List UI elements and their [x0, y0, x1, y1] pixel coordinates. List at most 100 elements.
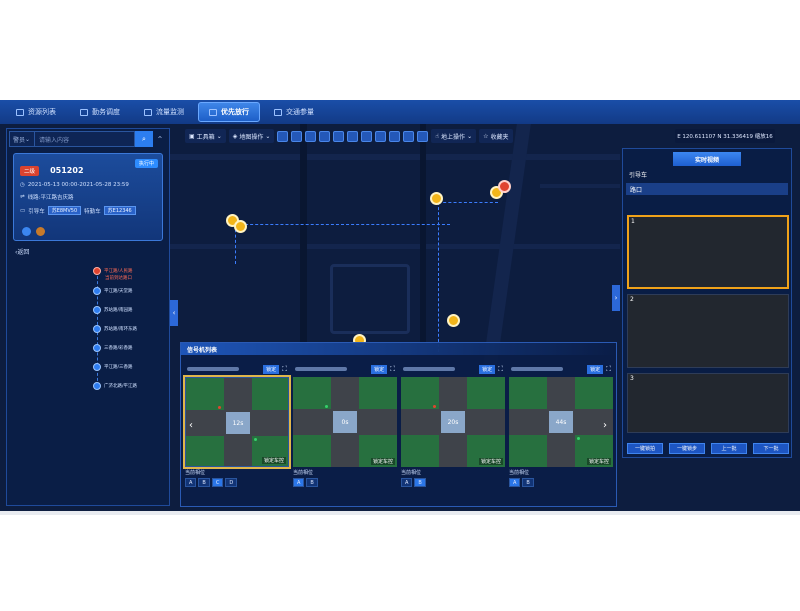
- search-button[interactable]: ⌕: [135, 131, 153, 147]
- timeline-item[interactable]: 平江路/天堂路: [93, 287, 133, 295]
- timeline-item[interactable]: 平江路/人民路: [93, 267, 133, 275]
- phase-b[interactable]: B: [306, 478, 318, 487]
- police-icon[interactable]: [347, 130, 359, 142]
- favorites-button[interactable]: ☆ 收藏夹: [479, 129, 513, 143]
- tools-button[interactable]: ▣ 工具箱 ⌄: [185, 129, 226, 143]
- phone-icon[interactable]: [403, 130, 415, 142]
- phase-c[interactable]: C: [211, 478, 224, 487]
- search-input[interactable]: 请输入内容: [35, 131, 135, 147]
- collapse-icon[interactable]: ⌃: [153, 131, 167, 147]
- map-road: [420, 124, 426, 344]
- mode-label: 锁定车控: [370, 458, 395, 465]
- lock-step-button[interactable]: 一键锁步: [669, 443, 705, 454]
- intersection-name: [511, 367, 563, 371]
- right-panel: 实时视频 引导车 路口 1 2 3 一键锁拍 一键锁步 上一批 下一批: [622, 148, 792, 458]
- signal-light: [325, 405, 328, 408]
- search-icon: ⌕: [142, 134, 146, 143]
- building-icon[interactable]: [291, 130, 303, 142]
- next-arrow-icon[interactable]: ›: [603, 420, 607, 431]
- lock-button[interactable]: 锁定: [479, 364, 496, 374]
- tab-traffic-monitor[interactable]: 流量监测: [134, 102, 194, 122]
- tab-traffic-params[interactable]: 交通参量: [264, 102, 324, 122]
- map-operations-button[interactable]: ◈ 地图操作 ⌄: [228, 129, 275, 143]
- route-line: [235, 224, 450, 226]
- hand-icon: ☝: [435, 132, 440, 140]
- lock-button[interactable]: 锁定: [587, 364, 604, 374]
- intersection-view[interactable]: 0s 锁定车控: [293, 377, 397, 467]
- back-link[interactable]: ‹返回: [15, 247, 161, 256]
- signal-marker[interactable]: [430, 192, 443, 205]
- intersection-name: [403, 367, 455, 371]
- phase-b[interactable]: B: [414, 478, 426, 487]
- lock-button[interactable]: 锁定: [371, 364, 388, 374]
- car-button[interactable]: [36, 227, 45, 236]
- phase-a[interactable]: A: [509, 478, 521, 487]
- intersection-view[interactable]: 20s 锁定车控: [401, 377, 505, 467]
- phase-b[interactable]: B: [522, 478, 534, 487]
- signal-marker[interactable]: [447, 314, 460, 327]
- timeline-item[interactable]: 苏站路/南园路: [93, 306, 133, 314]
- phase-a[interactable]: A: [293, 478, 305, 487]
- timeline-dot: [93, 287, 101, 295]
- signal-marker[interactable]: [234, 220, 247, 233]
- upper-operations-button[interactable]: ☝ 地上操作 ⌄: [431, 129, 477, 143]
- expand-icon[interactable]: ⛶: [498, 365, 503, 374]
- tab-dispatch[interactable]: 勤务调度: [70, 102, 130, 122]
- doc-icon[interactable]: [375, 130, 387, 142]
- vehicle-marker[interactable]: [498, 180, 511, 193]
- task-card[interactable]: 二级 051202 执行中 ◷ 2021-05-13 00:00-2021-05-…: [13, 153, 163, 241]
- lock-shoot-button[interactable]: 一键锁拍: [627, 443, 663, 454]
- timeline-item[interactable]: 三香路/彩香路: [93, 344, 133, 352]
- signal-card[interactable]: 锁定 ⛶ 44s 锁定车控 当前相位 A B: [509, 363, 613, 501]
- chevron-down-icon: ⌄: [467, 132, 473, 140]
- bus-icon[interactable]: [417, 130, 429, 142]
- phase-a[interactable]: A: [185, 478, 197, 487]
- map-toolbar: ▣ 工具箱 ⌄ ◈ 地图操作 ⌄ ☝ 地上操作 ⌄ ☆ 收藏夹: [185, 128, 620, 144]
- signal-card[interactable]: 锁定 ⛶ 12s 锁定车控 当前相位 A B C D: [183, 363, 291, 501]
- phase-d[interactable]: D: [225, 478, 238, 487]
- timeline-item[interactable]: 苏站路/南环东路: [93, 325, 137, 333]
- map-road: [170, 154, 620, 160]
- prev-arrow-icon[interactable]: ‹: [189, 420, 193, 431]
- timeline-item[interactable]: 平江路/三香路: [93, 363, 133, 371]
- layer-toggle-icon[interactable]: [277, 130, 289, 142]
- signal-card[interactable]: 锁定 ⛶ 0s 锁定车控 当前相位 A B: [293, 363, 397, 501]
- phase-b[interactable]: B: [198, 478, 210, 487]
- car-icon[interactable]: [361, 130, 373, 142]
- right-panel-toggle[interactable]: ›: [612, 285, 620, 311]
- lock-button[interactable]: 锁定: [263, 364, 280, 374]
- car-icon: ▭: [20, 207, 26, 214]
- current-phase-label: 当前相位: [293, 470, 314, 476]
- route-icon[interactable]: [319, 130, 331, 142]
- chevron-down-icon: ⌄: [216, 132, 222, 140]
- prev-batch-button[interactable]: 上一批: [711, 443, 747, 454]
- video-feed-3[interactable]: 3: [627, 373, 789, 433]
- video-feed-2[interactable]: 2: [627, 294, 789, 368]
- tab-resource-list[interactable]: 资源列表: [6, 102, 66, 122]
- signal-card[interactable]: 锁定 ⛶ 20s 锁定车控 当前相位 A B: [401, 363, 505, 501]
- signal-light: [254, 438, 257, 441]
- chevron-down-icon: ⌄: [265, 132, 271, 140]
- route-line: [438, 202, 440, 352]
- signal-list-panel: 信号机列表 锁定⛶ 12s 锁定车控 当前相位 A B C D 锁定⛶ 0s: [180, 342, 617, 507]
- intersection-view[interactable]: 12s 锁定车控: [183, 375, 291, 469]
- expand-icon[interactable]: ⛶: [282, 365, 287, 374]
- intersection-view[interactable]: 44s 锁定车控: [509, 377, 613, 467]
- signal-icon[interactable]: [389, 130, 401, 142]
- task-id: 051202: [50, 166, 84, 175]
- phase-a[interactable]: A: [401, 478, 413, 487]
- video-feed-1[interactable]: 1: [627, 215, 789, 289]
- map-road: [170, 244, 620, 249]
- search-type-select[interactable]: 警员 ⌄: [9, 131, 35, 147]
- next-batch-button[interactable]: 下一批: [753, 443, 789, 454]
- timeline-dot: [93, 363, 101, 371]
- guide-car-label: 引导车: [629, 172, 648, 179]
- camera-icon[interactable]: [333, 130, 345, 142]
- timeline-item[interactable]: 广济北路/平江路: [93, 382, 137, 390]
- expand-icon[interactable]: ⛶: [390, 365, 395, 374]
- tab-priority-release[interactable]: 优先放行: [198, 102, 260, 122]
- left-panel-toggle[interactable]: ‹: [170, 300, 178, 326]
- person-icon[interactable]: [305, 130, 317, 142]
- expand-icon[interactable]: ⛶: [606, 365, 611, 374]
- locate-button[interactable]: [22, 227, 31, 236]
